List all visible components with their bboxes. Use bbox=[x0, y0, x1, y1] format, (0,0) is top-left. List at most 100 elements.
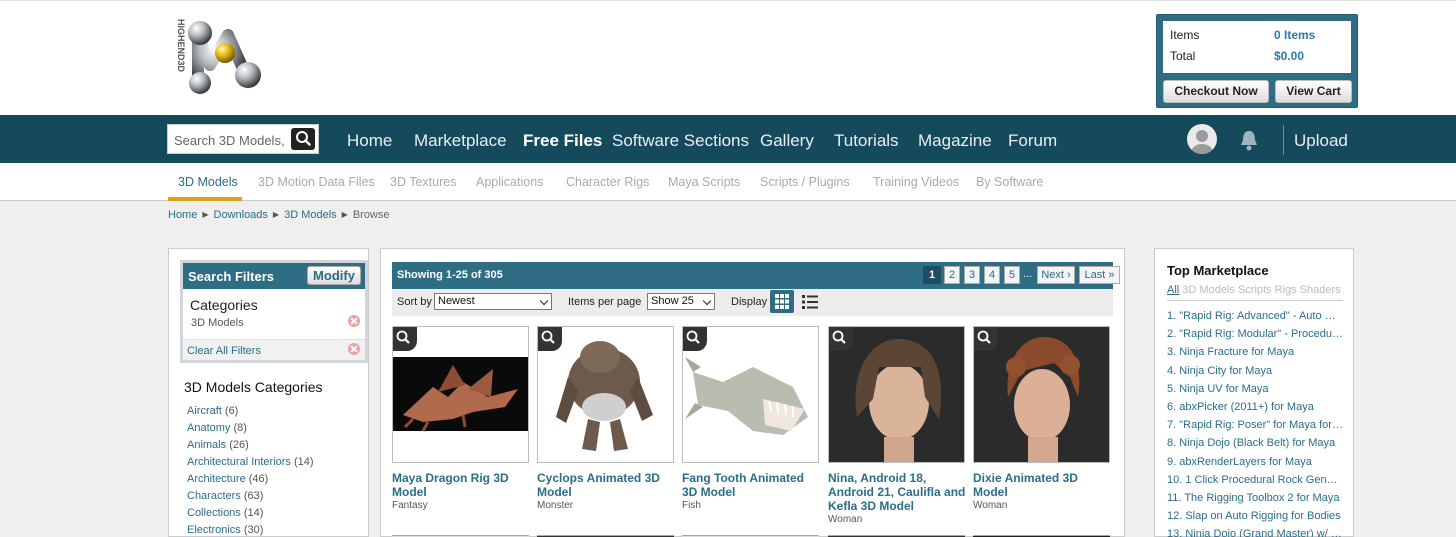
subnav-3d-motion-data-files[interactable]: 3D Motion Data Files bbox=[258, 175, 375, 189]
results-controls: Sort by Newest Items per page Show 25 Di… bbox=[392, 289, 1113, 316]
subnav-scripts-plugins[interactable]: Scripts / Plugins bbox=[760, 175, 850, 189]
model-thumbnail[interactable] bbox=[682, 326, 819, 463]
marketplace-item[interactable]: 5. Ninja UV for Maya bbox=[1167, 380, 1343, 398]
category-item[interactable]: Collections (14) bbox=[187, 505, 314, 522]
magnifier-icon bbox=[541, 330, 555, 344]
cart-items-value[interactable]: 0 Items bbox=[1274, 28, 1315, 42]
marketplace-item[interactable]: 12. Slap on Auto Rigging for Bodies bbox=[1167, 507, 1343, 525]
category-item[interactable]: Animals (26) bbox=[187, 437, 314, 454]
remove-filter-icon[interactable] bbox=[348, 315, 360, 327]
model-category[interactable]: Fish bbox=[682, 500, 701, 511]
model-category[interactable]: Woman bbox=[973, 500, 1007, 511]
marketplace-item[interactable]: 8. Ninja Dojo (Black Belt) for Maya bbox=[1167, 434, 1343, 452]
nav-marketplace[interactable]: Marketplace bbox=[414, 131, 507, 151]
checkout-now-button[interactable]: Checkout Now bbox=[1163, 80, 1269, 103]
categories-title: 3D Models Categories bbox=[184, 379, 323, 395]
model-category[interactable]: Monster bbox=[537, 500, 573, 511]
categories-list: Aircraft (6) Anatomy (8) Animals (26) Ar… bbox=[187, 403, 314, 537]
marketplace-item[interactable]: 13. Ninja Dojo (Grand Master) w/ Ninja U… bbox=[1167, 525, 1343, 537]
zoom-button[interactable] bbox=[538, 327, 562, 351]
tab-3d-models[interactable]: 3D Models bbox=[1182, 284, 1235, 296]
page-4-button[interactable]: 4 bbox=[984, 266, 1000, 284]
marketplace-item[interactable]: 2. "Rapid Rig: Modular" - Procedural Rig… bbox=[1167, 325, 1343, 343]
nav-home[interactable]: Home bbox=[347, 131, 392, 151]
breadcrumb-3d-models[interactable]: 3D Models bbox=[284, 209, 337, 221]
breadcrumb-downloads[interactable]: Downloads bbox=[214, 209, 268, 221]
marketplace-item[interactable]: 1. "Rapid Rig: Advanced" - Auto Rigging … bbox=[1167, 307, 1343, 325]
page-1-button[interactable]: 1 bbox=[923, 266, 941, 284]
tab-all[interactable]: All bbox=[1167, 284, 1179, 296]
clear-all-filters-icon[interactable] bbox=[348, 343, 360, 355]
tabs-divider bbox=[1167, 300, 1343, 301]
modify-button[interactable]: Modify bbox=[307, 266, 361, 285]
clear-all-filters-link[interactable]: Clear All Filters bbox=[187, 345, 261, 357]
nav-magazine[interactable]: Magazine bbox=[918, 131, 992, 151]
model-title[interactable]: Dixie Animated 3D Model bbox=[973, 471, 1113, 499]
zoom-button[interactable] bbox=[683, 327, 707, 351]
magnifier-icon bbox=[686, 330, 700, 344]
model-title[interactable]: Cyclops Animated 3D Model bbox=[537, 471, 677, 499]
notifications-bell[interactable] bbox=[1238, 128, 1260, 152]
sort-by-select[interactable]: Newest bbox=[434, 293, 552, 310]
breadcrumb-home[interactable]: Home bbox=[168, 209, 197, 221]
subnav-maya-scripts[interactable]: Maya Scripts bbox=[668, 175, 740, 189]
subnav-character-rigs[interactable]: Character Rigs bbox=[566, 175, 649, 189]
nav-software-sections[interactable]: Software Sections bbox=[612, 131, 749, 151]
search-box[interactable]: Search 3D Models, Plugins... bbox=[167, 124, 319, 154]
search-input[interactable]: Search 3D Models, Plugins... bbox=[174, 133, 288, 148]
last-page-button[interactable]: Last » bbox=[1079, 266, 1120, 284]
marketplace-item[interactable]: 3. Ninja Fracture for Maya bbox=[1167, 343, 1343, 361]
page-2-button[interactable]: 2 bbox=[944, 266, 960, 284]
subnav-by-software[interactable]: By Software bbox=[976, 175, 1043, 189]
model-thumbnail[interactable] bbox=[392, 326, 529, 463]
model-thumbnail[interactable] bbox=[973, 326, 1110, 463]
items-per-page-select[interactable]: Show 25 bbox=[647, 293, 715, 310]
list-view-button[interactable] bbox=[799, 292, 821, 312]
nav-gallery[interactable]: Gallery bbox=[760, 131, 814, 151]
zoom-button[interactable] bbox=[974, 327, 998, 351]
marketplace-item[interactable]: 9. abxRenderLayers for Maya bbox=[1167, 453, 1343, 471]
category-item[interactable]: Characters (63) bbox=[187, 488, 314, 505]
model-category[interactable]: Woman bbox=[828, 514, 862, 525]
next-page-button[interactable]: Next › bbox=[1037, 266, 1075, 284]
zoom-button[interactable] bbox=[829, 327, 853, 351]
marketplace-item[interactable]: 6. abxPicker (2011+) for Maya bbox=[1167, 398, 1343, 416]
model-thumbnail[interactable] bbox=[828, 326, 965, 463]
category-item[interactable]: Aircraft (6) bbox=[187, 403, 314, 420]
page-5-button[interactable]: 5 bbox=[1004, 266, 1020, 284]
subnav-applications[interactable]: Applications bbox=[476, 175, 543, 189]
breadcrumb-separator-icon: ▶ bbox=[272, 210, 280, 219]
model-title[interactable]: Maya Dragon Rig 3D Model bbox=[392, 471, 532, 499]
user-avatar[interactable] bbox=[1187, 124, 1217, 154]
page-3-button[interactable]: 3 bbox=[964, 266, 980, 284]
nav-free-files[interactable]: Free Files bbox=[523, 131, 602, 151]
subnav-3d-textures[interactable]: 3D Textures bbox=[390, 175, 456, 189]
category-item[interactable]: Architectural Interiors (14) bbox=[187, 454, 314, 471]
nav-forum[interactable]: Forum bbox=[1008, 131, 1057, 151]
tab-rigs[interactable]: Rigs bbox=[1275, 284, 1297, 296]
cart-total-label: Total bbox=[1170, 49, 1196, 63]
nav-tutorials[interactable]: Tutorials bbox=[834, 131, 899, 151]
nav-upload[interactable]: Upload bbox=[1294, 131, 1348, 151]
search-button[interactable] bbox=[291, 128, 315, 150]
model-category[interactable]: Fantasy bbox=[392, 500, 428, 511]
model-thumbnail[interactable] bbox=[537, 326, 674, 463]
view-cart-button[interactable]: View Cart bbox=[1275, 80, 1352, 103]
zoom-button[interactable] bbox=[393, 327, 417, 351]
tab-shaders[interactable]: Shaders bbox=[1300, 284, 1341, 296]
model-title[interactable]: Fang Tooth Animated 3D Model bbox=[682, 471, 822, 499]
category-item[interactable]: Anatomy (8) bbox=[187, 420, 314, 437]
category-item[interactable]: Architecture (46) bbox=[187, 471, 314, 488]
category-item[interactable]: Electronics (30) bbox=[187, 522, 314, 537]
highend3d-logo[interactable]: HIGHEND3D bbox=[168, 13, 268, 103]
grid-icon bbox=[775, 294, 789, 309]
model-title[interactable]: Nina, Android 18, Android 21, Caulifla a… bbox=[828, 471, 968, 513]
subnav-3d-models[interactable]: 3D Models bbox=[178, 175, 238, 189]
marketplace-item[interactable]: 7. "Rapid Rig: Poser" for Maya for Poser bbox=[1167, 416, 1343, 434]
grid-view-button[interactable] bbox=[770, 290, 794, 313]
marketplace-item[interactable]: 11. The Rigging Toolbox 2 for Maya bbox=[1167, 489, 1343, 507]
marketplace-item[interactable]: 10. 1 Click Procedural Rock Generator bbox=[1167, 471, 1343, 489]
subnav-training-videos[interactable]: Training Videos bbox=[873, 175, 959, 189]
tab-scripts[interactable]: Scripts bbox=[1238, 284, 1272, 296]
marketplace-item[interactable]: 4. Ninja City for Maya bbox=[1167, 362, 1343, 380]
